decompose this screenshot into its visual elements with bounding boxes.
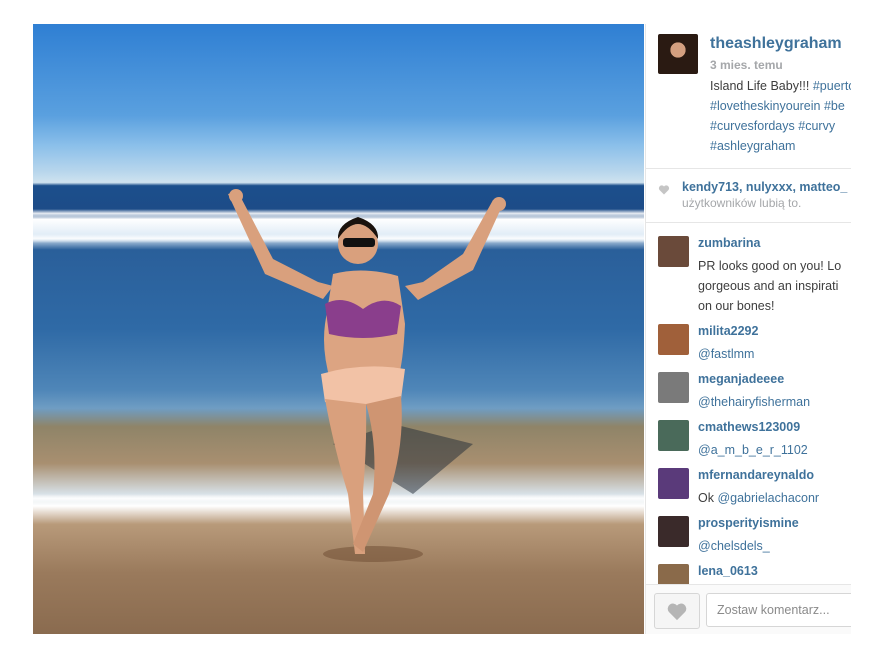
comment-text: PR looks good on you! Lo gorgeous and an … bbox=[698, 256, 851, 316]
comment-item: milita2292 @fastlmm bbox=[658, 324, 851, 368]
comment-text: @fastlmm bbox=[698, 344, 851, 364]
comment-item: prosperityismine @chelsdels_ bbox=[658, 516, 851, 560]
comment-item: zumbarina PR looks good on you! Lo gorgeou… bbox=[658, 236, 851, 313]
caption-line: #lovetheskinyourein #be bbox=[710, 96, 851, 116]
post-caption: Island Life Baby!!! #puerto#lovetheskiny… bbox=[710, 76, 851, 156]
caption-text: Island Life Baby!!! bbox=[710, 79, 813, 93]
hashtag-link[interactable]: #curvesfordays bbox=[710, 119, 795, 133]
post-timestamp[interactable]: 3 mies. temu bbox=[710, 58, 783, 72]
commenter-username[interactable]: meganjadeeee bbox=[698, 372, 784, 386]
hashtag-link[interactable]: #lovetheskinyourein bbox=[710, 99, 821, 113]
commenter-avatar[interactable] bbox=[658, 324, 689, 355]
comment-line: gorgeous and an inspirati bbox=[698, 279, 839, 293]
comment-line: on our bones! bbox=[698, 299, 775, 313]
comment-item: cmathews123009 @a_m_b_e_r_1102 bbox=[658, 420, 851, 464]
post-photo[interactable] bbox=[33, 24, 644, 634]
commenter-username[interactable]: prosperityismine bbox=[698, 516, 799, 530]
commenter-avatar[interactable] bbox=[658, 468, 689, 499]
comment-line[interactable]: @a_m_b_e_r_1102 bbox=[698, 440, 851, 460]
divider bbox=[646, 168, 851, 169]
commenter-avatar[interactable] bbox=[658, 516, 689, 547]
heart-icon bbox=[658, 185, 670, 195]
likes-usernames[interactable]: kendy713, nulyxxx, matteo_ bbox=[682, 180, 847, 194]
hashtag-link[interactable]: #puerto bbox=[813, 79, 851, 93]
hashtag-link[interactable]: #curvy bbox=[798, 119, 835, 133]
caption-line: #curvesfordays #curvy bbox=[710, 116, 851, 136]
person-figure bbox=[228, 189, 506, 562]
commenter-username[interactable]: lena_0613 bbox=[698, 564, 758, 578]
commenter-username[interactable]: milita2292 bbox=[698, 324, 758, 338]
comment-line[interactable]: @thehairyfisherman bbox=[698, 392, 851, 412]
hashtag-link[interactable]: #be bbox=[824, 99, 845, 113]
commenter-avatar[interactable] bbox=[658, 420, 689, 451]
comment-line[interactable]: @fastlmm bbox=[698, 344, 851, 364]
commenter-username[interactable]: mfernandareynaldo bbox=[698, 468, 814, 482]
comment-input[interactable] bbox=[706, 593, 851, 627]
comment-bar bbox=[646, 584, 851, 634]
commenter-avatar[interactable] bbox=[658, 372, 689, 403]
caption-line: #ashleygraham bbox=[710, 136, 851, 156]
heart-icon bbox=[667, 603, 687, 621]
owner-avatar[interactable] bbox=[658, 34, 698, 74]
comment-line: PR looks good on you! Lo bbox=[698, 259, 842, 273]
commenter-username[interactable]: zumbarina bbox=[698, 236, 761, 250]
comment-text: @a_m_b_e_r_1102 bbox=[698, 440, 851, 460]
hashtag-link[interactable]: #ashleygraham bbox=[710, 139, 795, 153]
caption-line: Island Life Baby!!! #puerto bbox=[710, 76, 851, 96]
comment-line: Ok @gabrielachaconr bbox=[698, 491, 820, 505]
likes-suffix: użytkowników lubią to. bbox=[682, 196, 802, 210]
commenter-username[interactable]: cmathews123009 bbox=[698, 420, 800, 434]
owner-username[interactable]: theashleygraham bbox=[710, 35, 842, 53]
commenter-avatar[interactable] bbox=[658, 236, 689, 267]
post-sidebar: theashleygraham 3 mies. temu Island Life… bbox=[645, 24, 851, 634]
like-button[interactable] bbox=[654, 593, 700, 629]
comment-item: mfernandareynaldo Ok @gabrielachaconr bbox=[658, 468, 851, 512]
comment-text: @chelsdels_ bbox=[698, 536, 851, 556]
comment-text: Ok @gabrielachaconr bbox=[698, 488, 851, 508]
comment-line[interactable]: @chelsdels_ bbox=[698, 536, 851, 556]
divider bbox=[646, 222, 851, 223]
comment-text: @thehairyfisherman bbox=[698, 392, 851, 412]
comment-item: meganjadeeee @thehairyfisherman bbox=[658, 372, 851, 416]
